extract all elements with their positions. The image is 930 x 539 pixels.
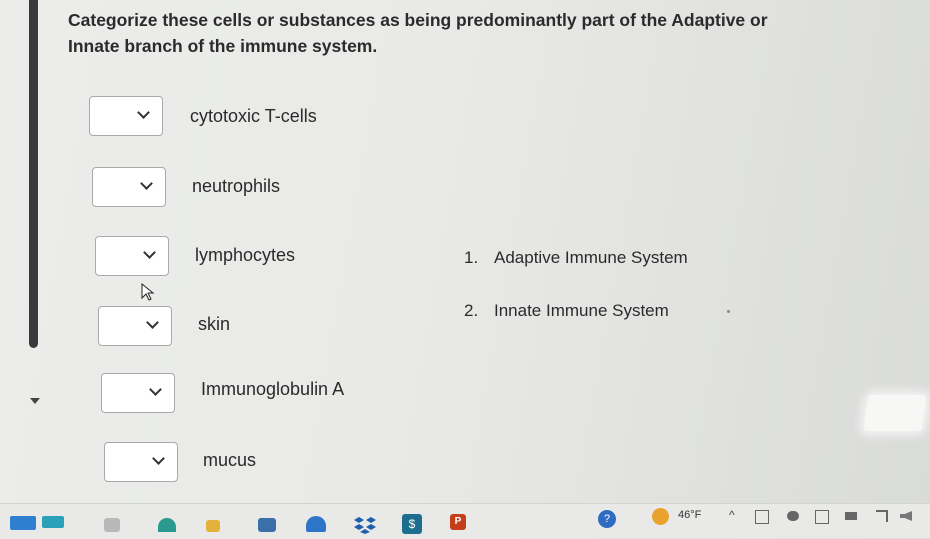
dropdown-immunoglobulin-a[interactable]: [101, 373, 175, 413]
folder-icon[interactable]: [206, 520, 220, 532]
meet-now-icon[interactable]: [755, 510, 769, 524]
battery-icon[interactable]: [845, 512, 857, 520]
chevron-down-icon: [137, 106, 150, 119]
taskbar: $ P ? 46°F ^: [0, 503, 930, 538]
option-label: Innate Immune System: [494, 301, 669, 320]
store-icon[interactable]: [258, 518, 276, 532]
option-number: 1.: [464, 248, 479, 267]
onedrive-icon[interactable]: [787, 511, 799, 521]
teams-icon[interactable]: [306, 516, 326, 532]
chevron-down-icon: [140, 177, 153, 190]
option-number: 2.: [464, 301, 479, 320]
mouse-cursor-icon: [141, 283, 155, 301]
left-scroll-indicator: [29, 0, 38, 348]
powerpoint-icon[interactable]: P: [450, 514, 466, 530]
dropdown-mucus[interactable]: [104, 442, 178, 482]
option-label: Adaptive Immune System: [494, 248, 688, 267]
dropdown-neutrophils[interactable]: [92, 167, 166, 207]
volume-icon[interactable]: [900, 511, 912, 521]
stray-dot: [727, 310, 730, 313]
weather-sun-icon[interactable]: [652, 508, 669, 525]
option-item: 1. Adaptive Immune System: [464, 248, 688, 268]
chevron-down-icon: [146, 316, 159, 329]
help-icon[interactable]: ?: [598, 510, 616, 528]
wifi-icon[interactable]: [876, 510, 888, 522]
screen-glare: [863, 395, 927, 431]
network-icon[interactable]: [815, 510, 829, 524]
dropdown-lymphocytes[interactable]: [95, 236, 169, 276]
item-label: mucus: [203, 450, 257, 470]
item-label: cytotoxic T-cells: [190, 106, 317, 126]
task-view-icon[interactable]: [104, 518, 120, 532]
item-label: Immunoglobulin A: [201, 379, 345, 399]
item-label: lymphocytes: [195, 245, 296, 265]
left-arrow-icon: [30, 398, 40, 404]
dropdown-skin[interactable]: [98, 306, 172, 346]
tray-chevron-icon[interactable]: ^: [729, 508, 735, 522]
item-label: skin: [198, 314, 231, 334]
chevron-down-icon: [149, 383, 162, 396]
option-item: 2. Innate Immune System: [464, 301, 669, 321]
chevron-down-icon: [152, 452, 165, 465]
dropdown-cytotoxic-t-cells[interactable]: [89, 96, 163, 136]
item-label: neutrophils: [192, 176, 281, 196]
chevron-down-icon: [143, 246, 156, 259]
dropbox-icon[interactable]: [354, 516, 376, 534]
question-prompt: Categorize these cells or substances as …: [68, 10, 768, 56]
file-explorer-icon[interactable]: [158, 518, 176, 532]
weather-temperature[interactable]: 46°F: [678, 509, 701, 521]
edge-icon[interactable]: [42, 516, 64, 528]
money-icon[interactable]: $: [402, 514, 422, 534]
windows-icon[interactable]: [10, 516, 36, 530]
